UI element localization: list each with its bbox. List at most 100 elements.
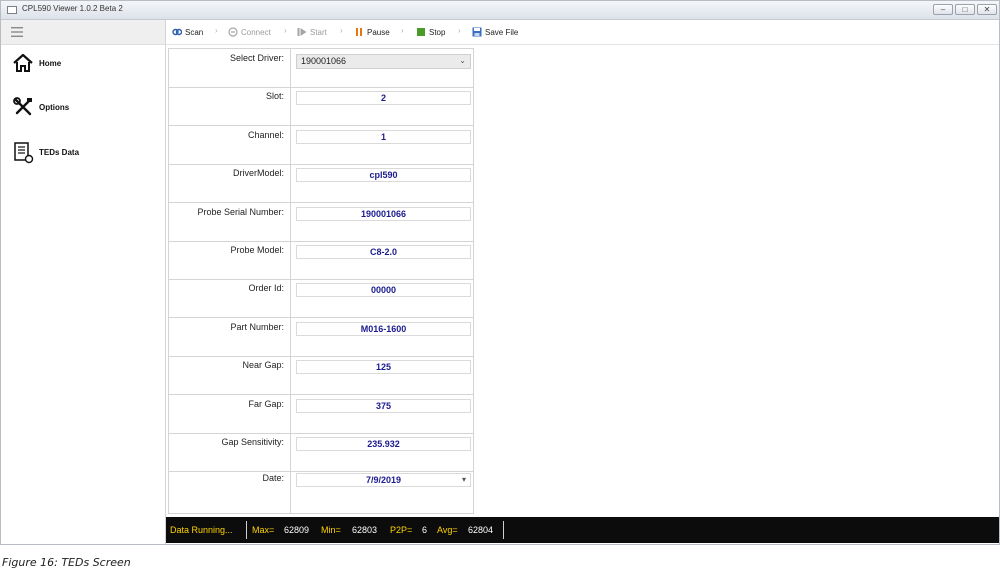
select-driver-label: Select Driver:	[229, 53, 284, 63]
toolbar-separator: ›	[284, 26, 287, 35]
select-driver-value: 190001066	[301, 56, 347, 66]
scan-icon	[172, 28, 182, 36]
row-label-cell: Gap Sensitivity:	[169, 433, 291, 471]
connect-button[interactable]: Connect	[228, 26, 271, 38]
row-spacer	[296, 339, 471, 351]
field-label: DriverModel:	[232, 168, 284, 178]
save-file-icon	[472, 27, 482, 37]
form-row: Channel: 1	[169, 126, 473, 165]
connect-label: Connect	[241, 27, 271, 37]
row-label-cell: Part Number:	[169, 318, 291, 356]
sidebar-item-label: Home	[39, 59, 62, 68]
status-p2p-value: 6	[422, 525, 428, 535]
row-spacer	[296, 108, 471, 120]
status-state: Data Running...	[170, 525, 233, 535]
save-file-button[interactable]: Save File	[472, 26, 518, 38]
row-spacer	[296, 224, 471, 236]
form-row: Gap Sensitivity: 235.932	[169, 433, 473, 472]
field-value[interactable]: 190001066	[296, 207, 471, 221]
field-label: Slot:	[265, 91, 284, 101]
form-row: Probe Model: C8-2.0	[169, 241, 473, 280]
row-label-cell: Probe Serial Number:	[169, 203, 291, 241]
hamburger-menu-icon[interactable]	[11, 27, 23, 37]
status-max-label: Max=	[252, 525, 275, 535]
form-row: Part Number: M016-1600	[169, 318, 473, 357]
sidebar-item-home[interactable]: Home	[1, 48, 165, 80]
tools-icon	[13, 97, 32, 116]
field-value[interactable]: M016-1600	[296, 322, 471, 336]
window-title: CPL590 Viewer 1.0.2 Beta 2	[22, 4, 123, 13]
app-icon	[7, 6, 17, 14]
field-value[interactable]: 1	[296, 130, 471, 144]
row-spacer	[296, 70, 471, 82]
play-icon	[297, 28, 307, 36]
field-label: Order Id:	[248, 283, 284, 293]
toolbar-separator: ›	[340, 26, 343, 35]
field-label: Channel:	[247, 130, 284, 140]
date-value: 7/9/2019	[365, 475, 402, 485]
form-row: Near Gap: 125	[169, 356, 473, 395]
form-row: Slot: 2	[169, 87, 473, 126]
status-min-label: Min=	[321, 525, 341, 535]
pause-button[interactable]: Pause	[354, 26, 390, 38]
row-spacer	[296, 185, 471, 197]
field-value[interactable]: 2	[296, 91, 471, 105]
field-label: Probe Serial Number:	[197, 207, 284, 217]
sidebar: Home Options TEDs Data	[1, 20, 166, 544]
field-label: Gap Sensitivity:	[221, 437, 284, 447]
row-spacer	[296, 147, 471, 159]
form-row: Order Id: 00000	[169, 279, 473, 318]
row-spacer	[296, 377, 471, 389]
field-label: Part Number:	[230, 322, 284, 332]
status-p2p-label: P2P=	[390, 525, 413, 535]
row-spacer	[296, 300, 471, 312]
row-label-cell: Order Id:	[169, 279, 291, 317]
field-value[interactable]: 375	[296, 399, 471, 413]
sidebar-item-label: TEDs Data	[39, 148, 80, 157]
sidebar-item-options[interactable]: Options	[1, 92, 165, 124]
select-driver-dropdown[interactable]: 190001066 ⌄	[296, 54, 471, 69]
toolbar-separator: ›	[401, 26, 404, 35]
maximize-button[interactable]: □	[955, 4, 975, 15]
row-label-cell: Channel:	[169, 126, 291, 164]
row-spacer	[296, 454, 471, 466]
teds-data-form: Select Driver: 190001066 ⌄ Slot: 2 Channel…	[168, 48, 474, 514]
date-picker[interactable]: 7/9/2019 ▾	[296, 473, 471, 487]
status-bar: Data Running... Max= 62809 Min= 62803 P2…	[166, 517, 999, 543]
save-file-label: Save File	[485, 27, 519, 37]
hamburger-strip	[1, 20, 165, 45]
minimize-button[interactable]: –	[933, 4, 953, 15]
figure-caption: Figure 16: TEDs Screen	[2, 556, 131, 569]
home-icon	[13, 53, 33, 72]
field-value[interactable]: 125	[296, 360, 471, 374]
scan-label: Scan	[185, 27, 204, 37]
stop-label: Stop	[429, 27, 446, 37]
start-button[interactable]: Start	[297, 26, 327, 38]
status-min-value: 62803	[352, 525, 378, 535]
row-label-cell: Near Gap:	[169, 356, 291, 394]
row-label-cell: Probe Model:	[169, 241, 291, 279]
row-spacer	[296, 416, 471, 428]
form-row: DriverModel: cpl590	[169, 164, 473, 203]
field-value[interactable]: C8-2.0	[296, 245, 471, 259]
status-max-value: 62809	[284, 525, 310, 535]
close-button[interactable]: ✕	[977, 4, 997, 15]
row-label-cell: Far Gap:	[169, 395, 291, 433]
toolbar-separator: ›	[215, 26, 218, 35]
row-spacer	[296, 262, 471, 274]
status-divider	[246, 521, 247, 539]
form-row-date: Date: 7/9/2019 ▾	[169, 469, 473, 513]
field-value[interactable]: 00000	[296, 283, 471, 297]
field-value[interactable]: cpl590	[296, 168, 471, 182]
field-label: Far Gap:	[248, 399, 284, 409]
field-label: Probe Model:	[230, 245, 284, 255]
scan-button[interactable]: Scan	[172, 26, 203, 38]
title-bar: CPL590 Viewer 1.0.2 Beta 2 – □ ✕	[1, 1, 999, 20]
start-label: Start	[310, 27, 327, 37]
field-label: Near Gap:	[242, 360, 284, 370]
sidebar-item-teds-data[interactable]: TEDs Data	[1, 137, 165, 169]
pause-icon	[356, 28, 362, 36]
row-label-cell: DriverModel:	[169, 164, 291, 202]
field-value[interactable]: 235.932	[296, 437, 471, 451]
stop-button[interactable]: Stop	[416, 26, 445, 38]
